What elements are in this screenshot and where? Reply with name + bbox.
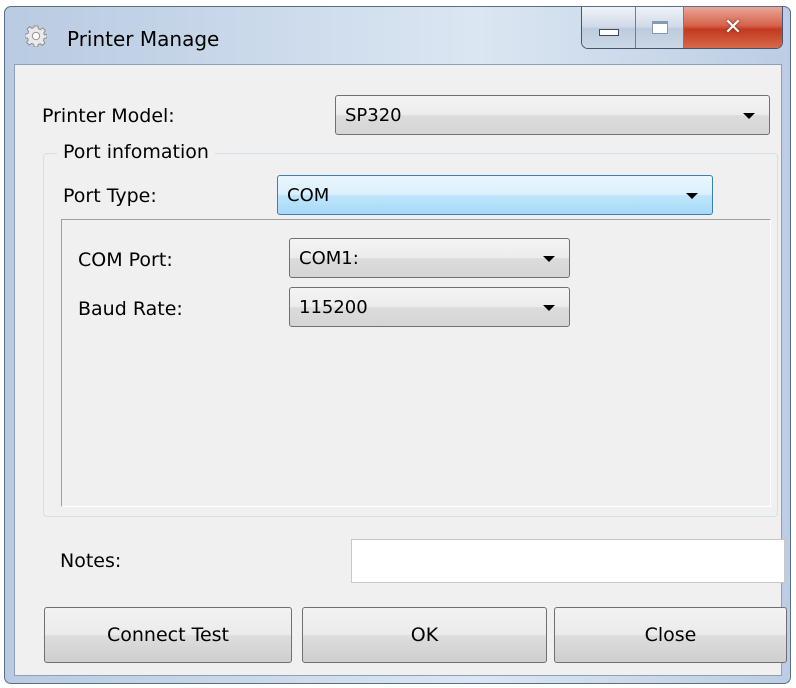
- minimize-button[interactable]: [582, 7, 636, 48]
- printer-manage-window: Printer Manage ✕ Printer Model: SP320 Po…: [4, 6, 791, 684]
- chevron-down-icon: [743, 113, 755, 119]
- com-port-value: COM1:: [299, 247, 359, 269]
- printer-model-value: SP320: [345, 104, 402, 126]
- chevron-down-icon: [686, 193, 698, 199]
- maximize-button[interactable]: [636, 7, 684, 48]
- printer-model-label: Printer Model:: [42, 105, 175, 127]
- chevron-down-icon: [543, 256, 555, 262]
- maximize-icon: [651, 21, 668, 34]
- port-type-select[interactable]: COM: [277, 175, 713, 215]
- printer-model-select[interactable]: SP320: [335, 95, 770, 135]
- close-button[interactable]: Close: [554, 607, 787, 663]
- gear-icon: [25, 25, 47, 47]
- connect-test-button[interactable]: Connect Test: [44, 607, 292, 663]
- com-port-label: COM Port:: [78, 249, 173, 271]
- window-title: Printer Manage: [67, 27, 220, 51]
- baud-rate-select[interactable]: 115200: [289, 287, 570, 327]
- window-controls: ✕: [581, 7, 783, 49]
- minimize-icon: [598, 29, 619, 36]
- port-type-label: Port Type:: [63, 185, 157, 207]
- close-icon: ✕: [723, 14, 743, 40]
- baud-rate-label: Baud Rate:: [78, 298, 183, 320]
- notes-input[interactable]: [351, 539, 785, 583]
- dialog-body: Printer Model: SP320 Port infomation Por…: [14, 64, 787, 676]
- com-port-select[interactable]: COM1:: [289, 238, 570, 278]
- chevron-down-icon: [543, 305, 555, 311]
- notes-label: Notes:: [60, 550, 122, 572]
- close-window-button[interactable]: ✕: [684, 7, 782, 48]
- baud-rate-value: 115200: [299, 296, 368, 318]
- port-type-value: COM: [287, 184, 330, 206]
- ok-button[interactable]: OK: [302, 607, 547, 663]
- port-information-title: Port infomation: [57, 141, 215, 163]
- title-bar[interactable]: Printer Manage ✕: [5, 7, 790, 63]
